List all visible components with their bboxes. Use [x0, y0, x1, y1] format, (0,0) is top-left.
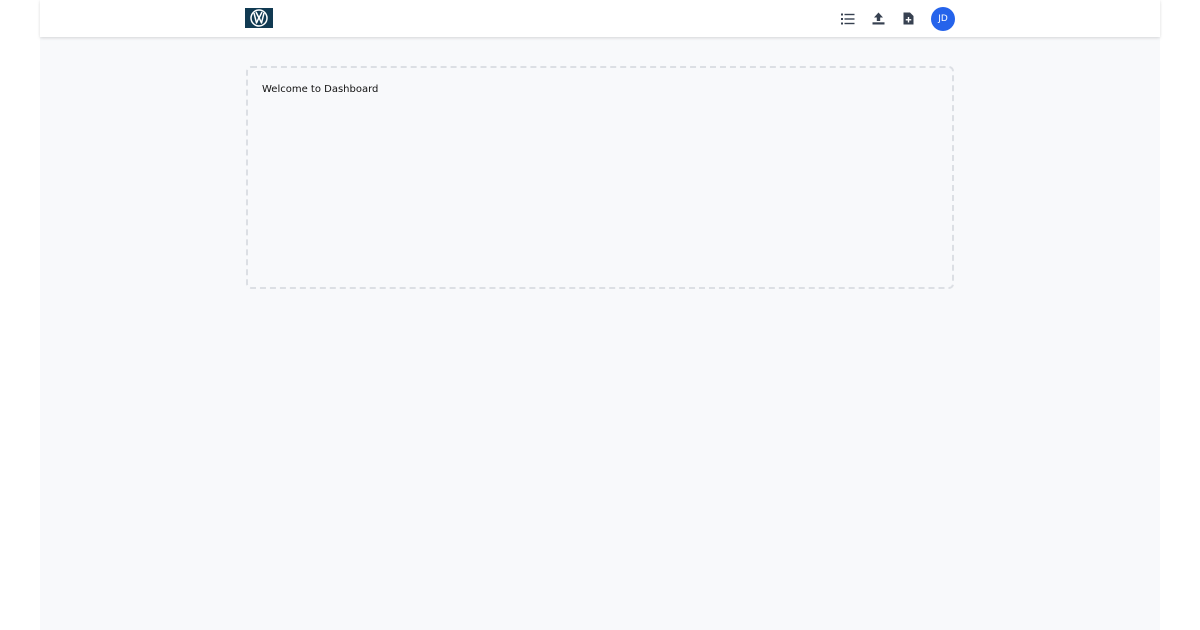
- header-actions: JD: [840, 6, 955, 31]
- user-avatar[interactable]: JD: [931, 6, 955, 31]
- list-icon[interactable]: [840, 11, 856, 27]
- upload-icon[interactable]: [870, 11, 886, 27]
- file-add-icon[interactable]: [900, 11, 916, 27]
- vw-logo-icon[interactable]: [245, 8, 273, 28]
- top-navbar: JD: [40, 0, 1160, 37]
- app-container: JD Welcome to Dashboard: [40, 0, 1160, 630]
- dashboard-welcome-card: Welcome to Dashboard: [246, 66, 954, 289]
- welcome-message: Welcome to Dashboard: [262, 84, 379, 95]
